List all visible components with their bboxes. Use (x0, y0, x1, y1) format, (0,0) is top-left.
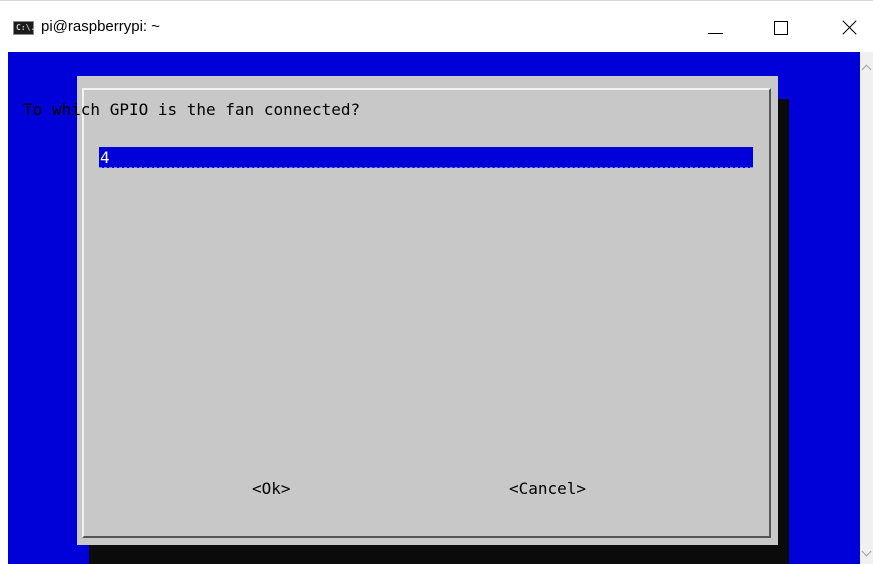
input-underline (99, 166, 753, 168)
console-icon[interactable]: C:\. (13, 21, 36, 35)
minimize-icon[interactable] (692, 9, 738, 45)
vertical-scrollbar[interactable] (860, 52, 873, 564)
maximize-icon[interactable] (758, 9, 804, 45)
scroll-up-icon[interactable] (861, 64, 872, 75)
dialog-prompt: To which GPIO is the fan connected? (23, 100, 361, 119)
console-icon-text: C:\. (16, 23, 36, 32)
scroll-down-icon[interactable] (861, 546, 872, 557)
close-icon[interactable] (826, 9, 872, 45)
cancel-button[interactable]: <Cancel> (509, 479, 586, 498)
window-title: pi@raspberrypi: ~ (41, 18, 161, 35)
title-bar: C:\. pi@raspberrypi: ~ (0, 0, 873, 52)
gpio-input[interactable] (99, 147, 753, 168)
ok-button[interactable]: <Ok> (252, 479, 291, 498)
